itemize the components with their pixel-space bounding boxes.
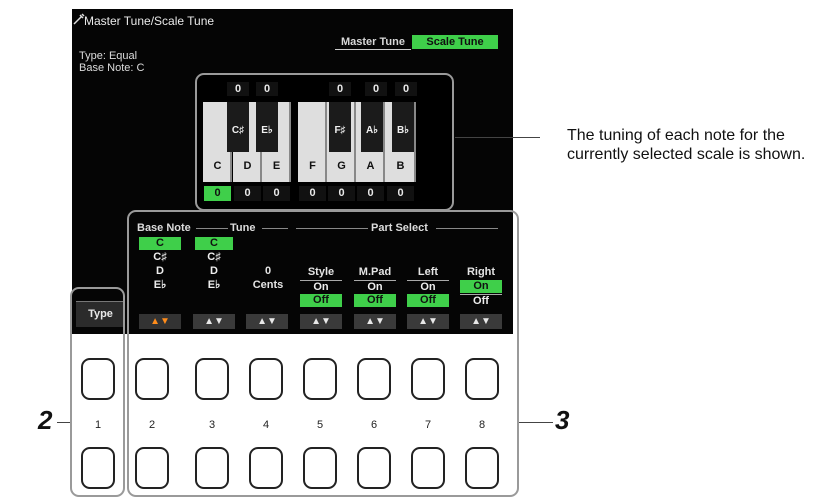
upper-button-6[interactable] bbox=[357, 358, 391, 400]
black-cent-value[interactable]: 0 bbox=[256, 82, 278, 96]
white-cent-value[interactable]: 0 bbox=[299, 186, 326, 201]
black-cent-value[interactable]: 0 bbox=[365, 82, 387, 96]
marker-leader-line bbox=[57, 422, 70, 423]
white-cent-value[interactable]: 0 bbox=[263, 186, 290, 201]
white-cent-value[interactable]: 0 bbox=[357, 186, 384, 201]
white-key-label: G bbox=[337, 160, 346, 172]
button-number: 6 bbox=[370, 419, 378, 431]
black-key-label: C♯ bbox=[231, 125, 245, 136]
type-info: Type: Equal bbox=[79, 50, 138, 62]
white-key-label: E bbox=[272, 160, 281, 172]
screen-title: Master Tune/Scale Tune bbox=[84, 14, 215, 28]
white-cent-value[interactable]: 0 bbox=[234, 186, 261, 201]
white-key-label: D bbox=[243, 160, 252, 172]
white-key-label: A bbox=[366, 160, 375, 172]
button-number: 1 bbox=[94, 419, 102, 431]
button-number: 5 bbox=[316, 419, 324, 431]
marker-3: 3 bbox=[555, 405, 570, 435]
upper-button-1[interactable] bbox=[81, 358, 115, 400]
black-cent-value[interactable]: 0 bbox=[227, 82, 249, 96]
black-key-label: F♯ bbox=[334, 125, 346, 136]
tab-master-tune[interactable]: Master Tune bbox=[335, 35, 411, 50]
callout-text: The tuning of each note for the currentl… bbox=[567, 127, 806, 163]
upper-button-2[interactable] bbox=[135, 358, 169, 400]
white-cent-value[interactable]: 0 bbox=[387, 186, 414, 201]
black-key-label: B♭ bbox=[397, 125, 409, 136]
upper-button-4[interactable] bbox=[249, 358, 283, 400]
button-number: 4 bbox=[262, 419, 270, 431]
lower-button-8[interactable] bbox=[465, 447, 499, 489]
lower-button-5[interactable] bbox=[303, 447, 337, 489]
lower-button-6[interactable] bbox=[357, 447, 391, 489]
lower-button-7[interactable] bbox=[411, 447, 445, 489]
lower-button-4[interactable] bbox=[249, 447, 283, 489]
upper-button-3[interactable] bbox=[195, 358, 229, 400]
white-cent-value[interactable]: 0 bbox=[328, 186, 355, 201]
white-key-label: B bbox=[396, 160, 405, 172]
black-cent-value[interactable]: 0 bbox=[329, 82, 351, 96]
white-key-label: C bbox=[213, 160, 222, 172]
black-key-label: A♭ bbox=[366, 125, 378, 136]
lower-button-3[interactable] bbox=[195, 447, 229, 489]
lower-button-1[interactable] bbox=[81, 447, 115, 489]
black-cent-value[interactable]: 0 bbox=[395, 82, 417, 96]
white-cent-value[interactable]: 0 bbox=[204, 186, 231, 201]
callout-leader-line bbox=[455, 137, 540, 138]
tab-scale-tune[interactable]: Scale Tune bbox=[412, 35, 498, 49]
button-number: 3 bbox=[208, 419, 216, 431]
upper-button-7[interactable] bbox=[411, 358, 445, 400]
lower-button-2[interactable] bbox=[135, 447, 169, 489]
upper-button-8[interactable] bbox=[465, 358, 499, 400]
button-number: 7 bbox=[424, 419, 432, 431]
upper-button-5[interactable] bbox=[303, 358, 337, 400]
black-key-label: E♭ bbox=[261, 125, 273, 136]
marker-leader-line bbox=[519, 422, 553, 423]
base-note-info: Base Note: C bbox=[79, 62, 145, 74]
white-key-label: F bbox=[309, 160, 316, 172]
button-number: 8 bbox=[478, 419, 486, 431]
button-number: 2 bbox=[148, 419, 156, 431]
marker-2: 2 bbox=[38, 405, 53, 435]
